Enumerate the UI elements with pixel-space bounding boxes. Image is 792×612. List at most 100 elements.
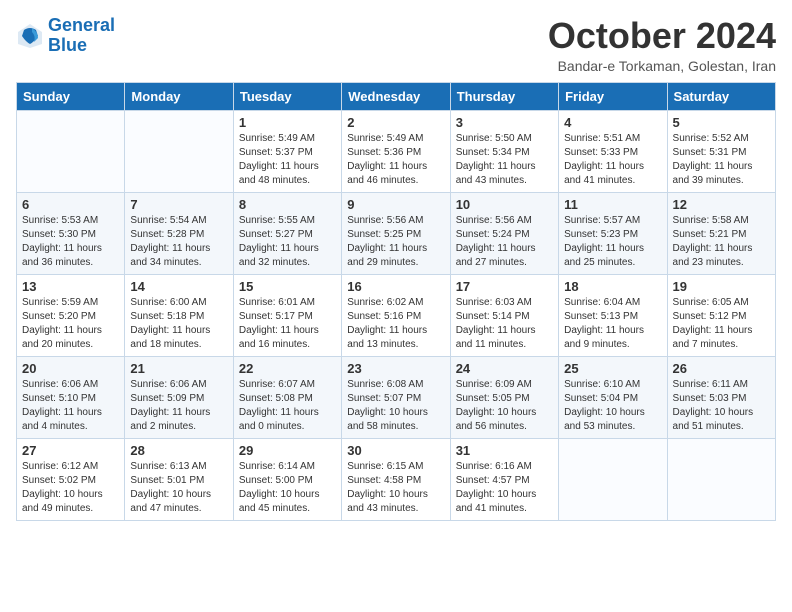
calendar-week-row: 13 Sunrise: 5:59 AM Sunset: 5:20 PM Dayli… [17,274,776,356]
day-detail: Sunrise: 5:51 AM Sunset: 5:33 PM Dayligh… [564,132,661,188]
day-detail: Sunrise: 6:16 AM Sunset: 4:57 PM Dayligh… [456,460,553,516]
page-header: General Blue October 2024 Bandar-e Torka… [16,16,776,74]
day-detail: Sunrise: 5:57 AM Sunset: 5:23 PM Dayligh… [564,214,661,270]
calendar-cell: 25 Sunrise: 6:10 AM Sunset: 5:04 PM Dayli… [559,356,667,438]
calendar-cell: 26 Sunrise: 6:11 AM Sunset: 5:03 PM Dayli… [667,356,775,438]
calendar-cell: 28 Sunrise: 6:13 AM Sunset: 5:01 PM Dayli… [125,438,233,520]
day-number: 21 [130,361,227,376]
day-number: 20 [22,361,119,376]
day-number: 3 [456,115,553,130]
calendar-cell: 1Sunrise: 5:49 AM Sunset: 5:37 PM Daylig… [233,110,341,192]
logo-line2: Blue [48,35,87,55]
calendar-cell: 24 Sunrise: 6:09 AM Sunset: 5:05 PM Dayli… [450,356,558,438]
day-of-week-header: Saturday [667,82,775,110]
day-number: 26 [673,361,770,376]
day-number: 12 [673,197,770,212]
calendar-cell: 14 Sunrise: 6:00 AM Sunset: 5:18 PM Dayli… [125,274,233,356]
calendar-cell: 12 Sunrise: 5:58 AM Sunset: 5:21 PM Dayli… [667,192,775,274]
calendar-header-row: SundayMondayTuesdayWednesdayThursdayFrid… [17,82,776,110]
day-detail: Sunrise: 6:11 AM Sunset: 5:03 PM Dayligh… [673,378,770,434]
calendar-cell: 15 Sunrise: 6:01 AM Sunset: 5:17 PM Dayli… [233,274,341,356]
calendar-cell [667,438,775,520]
day-number: 22 [239,361,336,376]
day-detail: Sunrise: 6:02 AM Sunset: 5:16 PM Dayligh… [347,296,444,352]
day-number: 14 [130,279,227,294]
day-number: 17 [456,279,553,294]
day-of-week-header: Monday [125,82,233,110]
day-detail: Sunrise: 5:50 AM Sunset: 5:34 PM Dayligh… [456,132,553,188]
day-detail: Sunrise: 6:04 AM Sunset: 5:13 PM Dayligh… [564,296,661,352]
calendar-cell: 8 Sunrise: 5:55 AM Sunset: 5:27 PM Daylig… [233,192,341,274]
day-number: 23 [347,361,444,376]
calendar-cell: 3 Sunrise: 5:50 AM Sunset: 5:34 PM Daylig… [450,110,558,192]
calendar-week-row: 6Sunrise: 5:53 AM Sunset: 5:30 PM Daylig… [17,192,776,274]
day-number: 19 [673,279,770,294]
calendar-cell: 19Sunrise: 6:05 AM Sunset: 5:12 PM Dayli… [667,274,775,356]
calendar-cell: 2 Sunrise: 5:49 AM Sunset: 5:36 PM Daylig… [342,110,450,192]
day-number: 24 [456,361,553,376]
calendar-cell: 27Sunrise: 6:12 AM Sunset: 5:02 PM Dayli… [17,438,125,520]
calendar-cell: 5 Sunrise: 5:52 AM Sunset: 5:31 PM Daylig… [667,110,775,192]
logo-line1: General [48,15,115,35]
day-number: 16 [347,279,444,294]
calendar-cell: 30 Sunrise: 6:15 AM Sunset: 4:58 PM Dayli… [342,438,450,520]
logo: General Blue [16,16,115,56]
calendar-week-row: 27Sunrise: 6:12 AM Sunset: 5:02 PM Dayli… [17,438,776,520]
calendar-cell: 16 Sunrise: 6:02 AM Sunset: 5:16 PM Dayli… [342,274,450,356]
day-detail: Sunrise: 5:49 AM Sunset: 5:36 PM Dayligh… [347,132,444,188]
calendar-cell [125,110,233,192]
day-number: 9 [347,197,444,212]
day-number: 25 [564,361,661,376]
day-detail: Sunrise: 6:07 AM Sunset: 5:08 PM Dayligh… [239,378,336,434]
day-of-week-header: Tuesday [233,82,341,110]
calendar-cell: 29Sunrise: 6:14 AM Sunset: 5:00 PM Dayli… [233,438,341,520]
calendar-week-row: 20 Sunrise: 6:06 AM Sunset: 5:10 PM Dayli… [17,356,776,438]
calendar-cell [17,110,125,192]
day-number: 4 [564,115,661,130]
calendar-cell: 22 Sunrise: 6:07 AM Sunset: 5:08 PM Dayli… [233,356,341,438]
calendar-cell: 4 Sunrise: 5:51 AM Sunset: 5:33 PM Daylig… [559,110,667,192]
day-detail: Sunrise: 6:10 AM Sunset: 5:04 PM Dayligh… [564,378,661,434]
day-detail: Sunrise: 5:54 AM Sunset: 5:28 PM Dayligh… [130,214,227,270]
day-detail: Sunrise: 6:01 AM Sunset: 5:17 PM Dayligh… [239,296,336,352]
day-detail: Sunrise: 5:55 AM Sunset: 5:27 PM Dayligh… [239,214,336,270]
calendar-cell: 11 Sunrise: 5:57 AM Sunset: 5:23 PM Dayli… [559,192,667,274]
day-detail: Sunrise: 6:03 AM Sunset: 5:14 PM Dayligh… [456,296,553,352]
day-detail: Sunrise: 5:49 AM Sunset: 5:37 PM Dayligh… [239,132,336,188]
title-block: October 2024 Bandar-e Torkaman, Golestan… [548,16,776,74]
calendar-cell: 10Sunrise: 5:56 AM Sunset: 5:24 PM Dayli… [450,192,558,274]
day-number: 28 [130,443,227,458]
day-detail: Sunrise: 6:15 AM Sunset: 4:58 PM Dayligh… [347,460,444,516]
calendar-cell: 7 Sunrise: 5:54 AM Sunset: 5:28 PM Daylig… [125,192,233,274]
day-number: 2 [347,115,444,130]
day-number: 6 [22,197,119,212]
day-of-week-header: Sunday [17,82,125,110]
day-detail: Sunrise: 6:13 AM Sunset: 5:01 PM Dayligh… [130,460,227,516]
day-detail: Sunrise: 6:09 AM Sunset: 5:05 PM Dayligh… [456,378,553,434]
location-subtitle: Bandar-e Torkaman, Golestan, Iran [548,58,776,74]
calendar-cell: 13 Sunrise: 5:59 AM Sunset: 5:20 PM Dayli… [17,274,125,356]
day-detail: Sunrise: 5:52 AM Sunset: 5:31 PM Dayligh… [673,132,770,188]
calendar-cell: 6Sunrise: 5:53 AM Sunset: 5:30 PM Daylig… [17,192,125,274]
day-number: 15 [239,279,336,294]
day-of-week-header: Thursday [450,82,558,110]
day-detail: Sunrise: 6:06 AM Sunset: 5:10 PM Dayligh… [22,378,119,434]
day-number: 11 [564,197,661,212]
calendar-cell: 21Sunrise: 6:06 AM Sunset: 5:09 PM Dayli… [125,356,233,438]
day-detail: Sunrise: 6:00 AM Sunset: 5:18 PM Dayligh… [130,296,227,352]
month-title: October 2024 [548,16,776,56]
day-number: 30 [347,443,444,458]
day-number: 27 [22,443,119,458]
day-of-week-header: Wednesday [342,82,450,110]
day-number: 10 [456,197,553,212]
day-number: 13 [22,279,119,294]
calendar-cell: 23Sunrise: 6:08 AM Sunset: 5:07 PM Dayli… [342,356,450,438]
day-detail: Sunrise: 5:58 AM Sunset: 5:21 PM Dayligh… [673,214,770,270]
day-number: 5 [673,115,770,130]
day-number: 8 [239,197,336,212]
day-number: 18 [564,279,661,294]
calendar-week-row: 1Sunrise: 5:49 AM Sunset: 5:37 PM Daylig… [17,110,776,192]
calendar-cell [559,438,667,520]
day-number: 7 [130,197,227,212]
day-detail: Sunrise: 5:59 AM Sunset: 5:20 PM Dayligh… [22,296,119,352]
